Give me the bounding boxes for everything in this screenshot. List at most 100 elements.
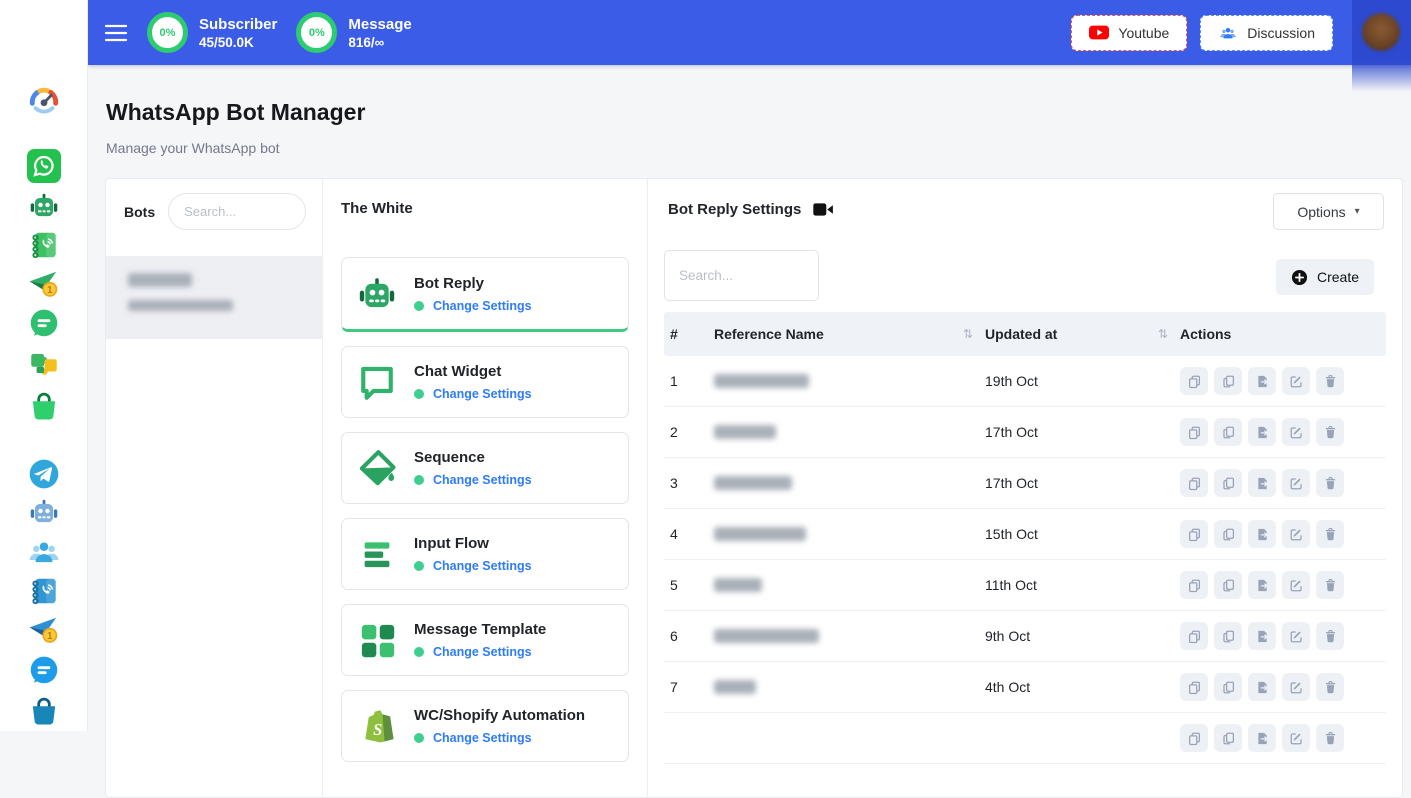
duplicate-button[interactable] xyxy=(1180,418,1208,446)
delete-button[interactable] xyxy=(1316,571,1344,599)
edit-button[interactable] xyxy=(1282,418,1310,446)
youtube-button[interactable]: Youtube xyxy=(1071,15,1187,51)
setting-card-input-flow[interactable]: Input Flow Change Settings xyxy=(341,518,629,590)
delete-button[interactable] xyxy=(1316,469,1344,497)
trash-icon xyxy=(1323,578,1338,593)
telegram-campaign-icon[interactable] xyxy=(26,612,62,648)
delete-button[interactable] xyxy=(1316,622,1344,650)
export-button[interactable] xyxy=(1248,622,1276,650)
updated-at: 4th Oct xyxy=(979,679,1174,695)
setting-card-bot-reply[interactable]: Bot Reply Change Settings xyxy=(341,257,629,332)
trash-icon xyxy=(1323,527,1338,542)
sort-icon[interactable]: ⇅ xyxy=(963,327,973,341)
edit-icon xyxy=(1289,629,1304,644)
export-button[interactable] xyxy=(1248,673,1276,701)
sort-icon[interactable]: ⇅ xyxy=(1158,327,1168,341)
duplicate-button[interactable] xyxy=(1180,724,1208,752)
edit-button[interactable] xyxy=(1282,367,1310,395)
bots-search-input[interactable] xyxy=(168,193,306,230)
whatsapp-chat-icon[interactable] xyxy=(26,306,62,342)
edit-button[interactable] xyxy=(1282,622,1310,650)
whatsapp-icon[interactable] xyxy=(26,148,62,184)
copy-button[interactable] xyxy=(1214,469,1242,497)
bot-list-item-selected[interactable] xyxy=(106,256,322,339)
table-search-input[interactable] xyxy=(664,250,819,301)
export-button[interactable] xyxy=(1248,520,1276,548)
change-settings-link[interactable]: Change Settings xyxy=(433,473,532,487)
avatar[interactable] xyxy=(1362,13,1400,51)
duplicate-button[interactable] xyxy=(1180,367,1208,395)
setting-card-sequence[interactable]: Sequence Change Settings xyxy=(341,432,629,504)
telegram-contacts-icon[interactable] xyxy=(26,573,62,609)
export-button[interactable] xyxy=(1248,469,1276,497)
reference-name-redacted xyxy=(714,578,762,592)
telegram-icon[interactable] xyxy=(26,456,62,492)
duplicate-button[interactable] xyxy=(1180,520,1208,548)
edit-button[interactable] xyxy=(1282,469,1310,497)
delete-button[interactable] xyxy=(1316,367,1344,395)
col-header-updated-at: Updated at xyxy=(985,326,1057,342)
change-settings-link[interactable]: Change Settings xyxy=(433,559,532,573)
delete-button[interactable] xyxy=(1316,673,1344,701)
copy-button[interactable] xyxy=(1214,571,1242,599)
options-button-label: Options xyxy=(1297,204,1345,220)
copy-button[interactable] xyxy=(1214,520,1242,548)
change-settings-link[interactable]: Change Settings xyxy=(433,731,532,745)
copy-button[interactable] xyxy=(1214,673,1242,701)
setting-card-chat-widget[interactable]: Chat Widget Change Settings xyxy=(341,346,629,418)
edit-button[interactable] xyxy=(1282,571,1310,599)
change-settings-link[interactable]: Change Settings xyxy=(433,299,532,313)
edit-button[interactable] xyxy=(1282,673,1310,701)
telegram-store-icon[interactable] xyxy=(26,693,62,729)
table-row: 3 17th Oct xyxy=(664,458,1386,509)
telegram-groups-icon[interactable] xyxy=(26,534,62,570)
copy-button[interactable] xyxy=(1214,622,1242,650)
change-settings-link[interactable]: Change Settings xyxy=(433,645,532,659)
delete-button[interactable] xyxy=(1316,520,1344,548)
duplicate-button[interactable] xyxy=(1180,622,1208,650)
menu-toggle-button[interactable] xyxy=(104,24,128,42)
export-button[interactable] xyxy=(1248,418,1276,446)
integrations-icon[interactable] xyxy=(26,345,62,381)
change-settings-link[interactable]: Change Settings xyxy=(433,387,532,401)
setting-card-wc-shopify[interactable]: WC/Shopify Automation Change Settings xyxy=(341,690,629,762)
copy-icon xyxy=(1221,425,1236,440)
edit-icon xyxy=(1289,425,1304,440)
delete-button[interactable] xyxy=(1316,724,1344,752)
updated-at: 17th Oct xyxy=(979,424,1174,440)
whatsapp-campaign-icon[interactable] xyxy=(26,266,62,302)
copy-icon xyxy=(1221,476,1236,491)
options-button[interactable]: Options ▾ xyxy=(1273,193,1384,230)
bots-panel-title: Bots xyxy=(124,204,155,220)
duplicate-icon xyxy=(1187,731,1202,746)
delete-button[interactable] xyxy=(1316,418,1344,446)
export-button[interactable] xyxy=(1248,367,1276,395)
export-button[interactable] xyxy=(1248,724,1276,752)
duplicate-button[interactable] xyxy=(1180,673,1208,701)
edit-button[interactable] xyxy=(1282,724,1310,752)
telegram-chat-icon[interactable] xyxy=(26,653,62,689)
whatsapp-store-icon[interactable] xyxy=(26,388,62,424)
trash-icon xyxy=(1323,425,1338,440)
duplicate-button[interactable] xyxy=(1180,571,1208,599)
export-icon xyxy=(1255,731,1270,746)
copy-button[interactable] xyxy=(1214,724,1242,752)
duplicate-icon xyxy=(1187,629,1202,644)
export-button[interactable] xyxy=(1248,571,1276,599)
edit-button[interactable] xyxy=(1282,520,1310,548)
setting-card-message-template[interactable]: Message Template Change Settings xyxy=(341,604,629,676)
dashboard-gauge-icon[interactable] xyxy=(26,80,62,116)
copy-button[interactable] xyxy=(1214,367,1242,395)
create-button[interactable]: Create xyxy=(1276,259,1374,295)
status-dot xyxy=(414,647,424,657)
whatsapp-bot-icon[interactable] xyxy=(26,188,62,224)
whatsapp-contacts-icon[interactable] xyxy=(26,227,62,263)
discussion-button[interactable]: Discussion xyxy=(1200,15,1333,51)
duplicate-button[interactable] xyxy=(1180,469,1208,497)
message-template-icon xyxy=(355,618,399,662)
telegram-bot-icon[interactable] xyxy=(26,494,62,530)
video-tutorial-icon[interactable] xyxy=(813,202,834,217)
table-row-partial xyxy=(664,713,1386,764)
bot-settings-panel: The White Bot Reply Change Settings Chat… xyxy=(323,179,648,797)
copy-button[interactable] xyxy=(1214,418,1242,446)
